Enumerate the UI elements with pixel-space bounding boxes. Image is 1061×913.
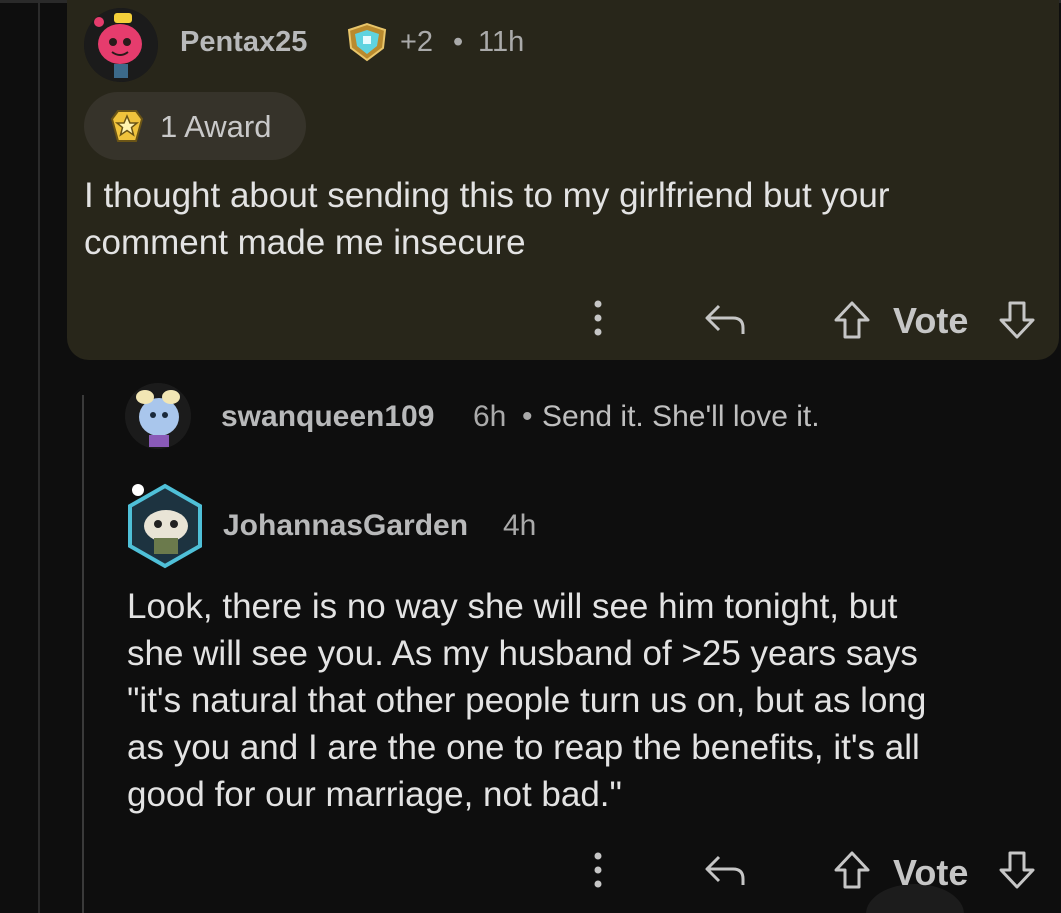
comment-body: I thought about sending this to my girlf… <box>84 172 889 266</box>
more-vertical-icon[interactable] <box>586 850 610 895</box>
comment-body-line: I thought about sending this to my girlf… <box>84 176 890 215</box>
comment-thread: Pentax25 +2 • 11h 1 Award I thought abou… <box>0 0 1061 913</box>
collapsed-preview[interactable]: Send it. She'll love it. <box>542 400 820 434</box>
meta-separator: • <box>522 400 533 433</box>
thread-line[interactable] <box>82 395 84 913</box>
comment-time: 4h <box>503 509 537 542</box>
upvote-arrow-icon[interactable] <box>832 300 872 345</box>
comment-time: 6h <box>473 400 507 433</box>
awards-pill[interactable]: 1 Award <box>84 92 306 160</box>
comment-author[interactable]: JohannasGarden <box>223 509 468 543</box>
comment-body-line: "it's natural that other people turn us … <box>127 681 927 720</box>
thread-line[interactable] <box>38 0 40 913</box>
achievement-shield-icon <box>345 22 389 69</box>
karma-badge: +2 <box>400 26 434 58</box>
vote-label: Vote <box>893 852 969 893</box>
reply-arrow-icon[interactable] <box>703 302 747 341</box>
comment-body-line: Look, there is no way she will see him t… <box>127 587 898 626</box>
vote-label: Vote <box>893 300 969 341</box>
meta-separator: • <box>453 26 464 58</box>
downvote-arrow-icon[interactable] <box>997 850 1037 895</box>
downvote-arrow-icon[interactable] <box>997 300 1037 345</box>
avatar[interactable] <box>84 8 158 82</box>
award-star-icon <box>108 107 146 150</box>
comment-author[interactable]: Pentax25 <box>180 26 307 59</box>
comment-body-line: comment made me insecure <box>84 223 526 262</box>
avatar[interactable] <box>125 383 191 449</box>
comment-author[interactable]: swanqueen109 <box>221 400 434 434</box>
comment-time: 11h <box>478 26 525 58</box>
upvote-arrow-icon[interactable] <box>832 850 872 895</box>
more-vertical-icon[interactable] <box>586 298 610 343</box>
reply-arrow-icon[interactable] <box>703 853 747 892</box>
avatar[interactable] <box>124 480 206 570</box>
comment-body-line: good for our marriage, not bad." <box>127 775 622 814</box>
comment-body-line: as you and I are the one to reap the ben… <box>127 728 920 767</box>
comment-body: Look, there is no way she will see him t… <box>127 583 926 818</box>
comment-body-line: she will see you. As my husband of >25 y… <box>127 634 918 673</box>
awards-label: 1 Award <box>160 109 272 144</box>
